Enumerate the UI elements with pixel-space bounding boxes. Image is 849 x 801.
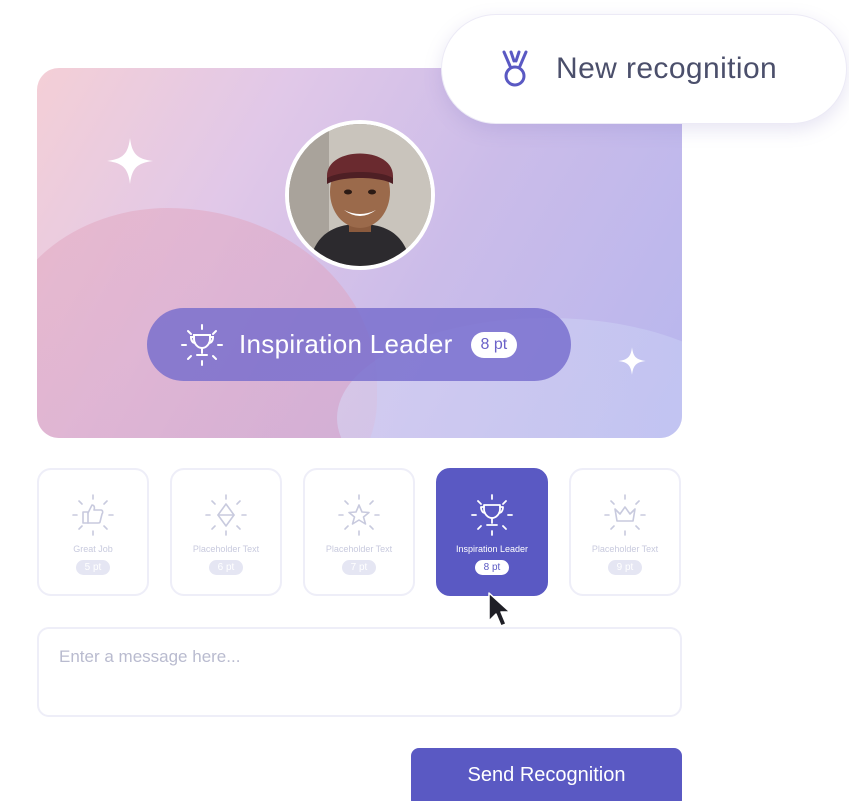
recipient-avatar: [285, 120, 435, 270]
award-option-great-job[interactable]: Great Job 5 pt: [37, 468, 149, 596]
sparkle-icon: [105, 136, 155, 186]
award-option-points: 7 pt: [341, 560, 377, 575]
award-option-label: Placeholder Text: [591, 544, 659, 554]
star-icon: [336, 492, 382, 538]
trophy-icon: [179, 322, 225, 368]
award-option-inspiration-leader[interactable]: Inspiration Leader 8 pt: [436, 468, 548, 596]
sparkle-icon: [617, 346, 647, 376]
award-option-placeholder-2[interactable]: Placeholder Text 7 pt: [303, 468, 415, 596]
award-option-placeholder-1[interactable]: Placeholder Text 6 pt: [170, 468, 282, 596]
message-input[interactable]: [37, 627, 682, 717]
new-recognition-label: New recognition: [556, 52, 778, 85]
new-recognition-chip[interactable]: New recognition: [441, 14, 847, 124]
selected-award-points: 8 pt: [470, 331, 518, 358]
award-options: Great Job 5 pt Placeholder Text 6 pt Pla…: [37, 468, 682, 596]
thumbs-up-icon: [70, 492, 116, 538]
award-option-points: 6 pt: [208, 560, 244, 575]
award-option-points: 8 pt: [474, 560, 510, 575]
send-recognition-button[interactable]: Send Recognition: [411, 748, 682, 801]
award-option-label: Placeholder Text: [192, 544, 260, 554]
diamond-icon: [203, 492, 249, 538]
award-option-label: Placeholder Text: [325, 544, 393, 554]
selected-award-title: Inspiration Leader: [239, 329, 453, 359]
medal-icon: [498, 49, 532, 89]
crown-icon: [602, 492, 648, 538]
award-option-label: Inspiration Leader: [455, 544, 529, 554]
selected-award-pill: Inspiration Leader 8 pt: [147, 308, 571, 381]
award-option-placeholder-3[interactable]: Placeholder Text 9 pt: [569, 468, 681, 596]
award-option-points: 5 pt: [75, 560, 111, 575]
award-option-points: 9 pt: [607, 560, 643, 575]
trophy-icon: [469, 492, 515, 538]
award-option-label: Great Job: [73, 544, 113, 554]
